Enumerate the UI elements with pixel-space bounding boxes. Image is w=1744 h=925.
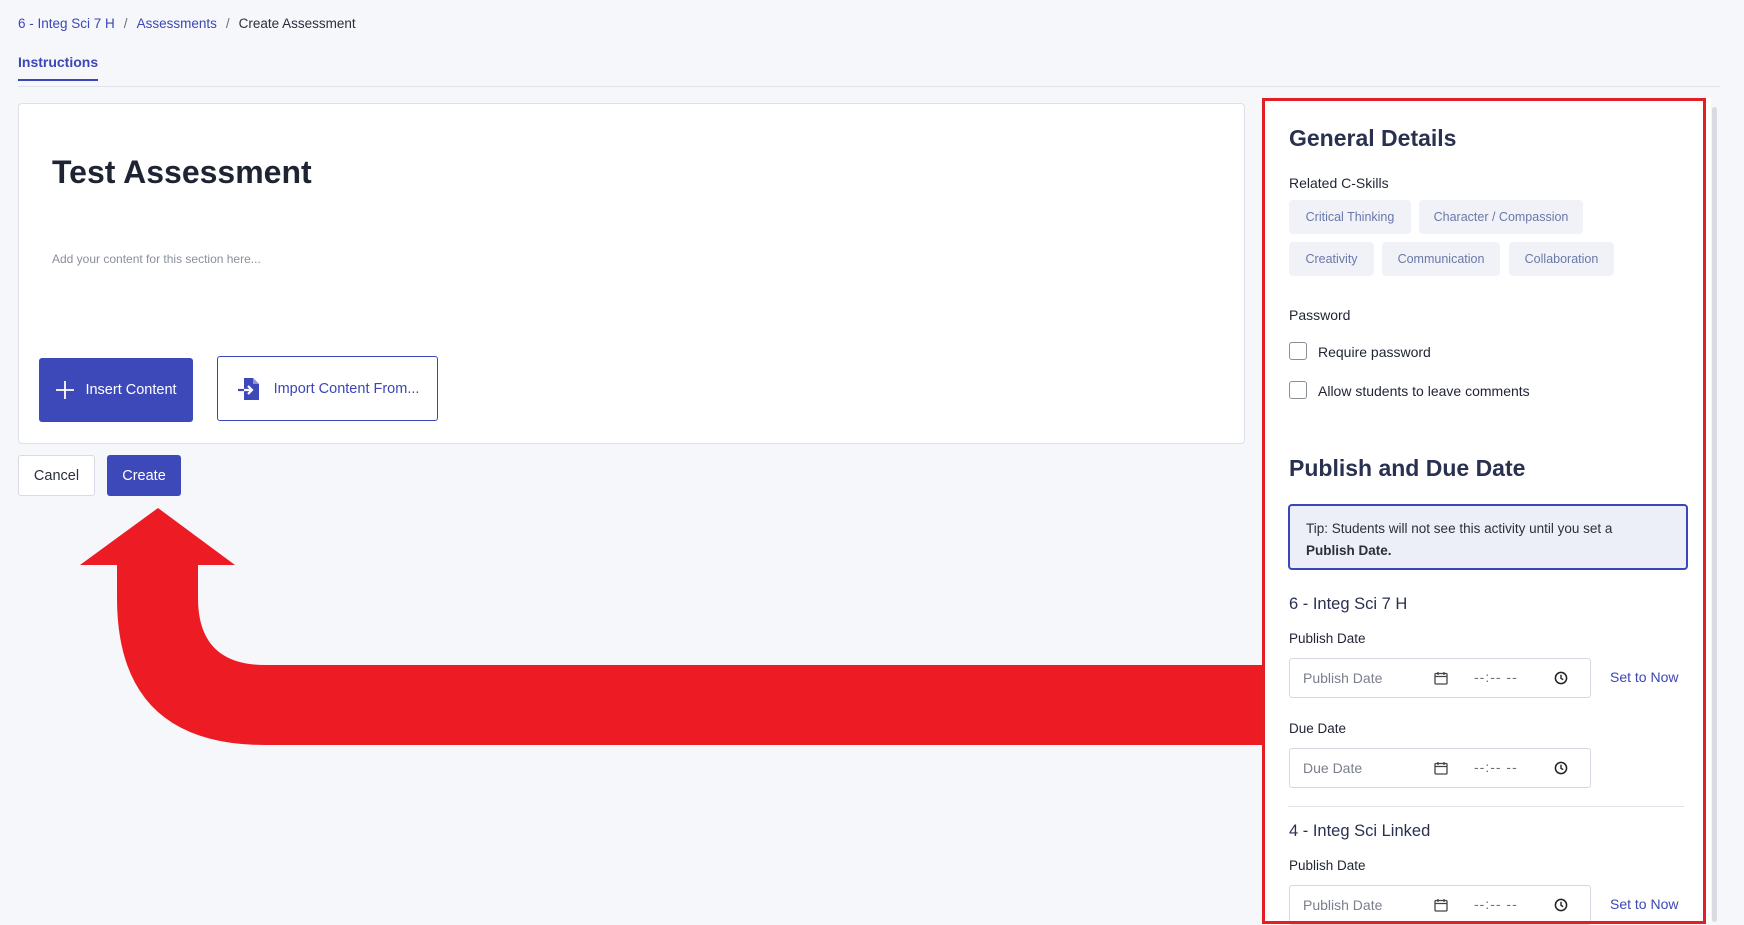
skill-chip-critical-thinking[interactable]: Critical Thinking (1289, 200, 1411, 234)
publish-tip-box: Tip: Students will not see this activity… (1288, 504, 1688, 570)
skill-chip-communication[interactable]: Communication (1382, 242, 1500, 276)
clock-icon[interactable] (1554, 898, 1568, 912)
publish-date-label: Publish Date (1289, 631, 1366, 646)
allow-comments-checkbox[interactable] (1289, 381, 1307, 399)
settings-panel: General Details Related C-Skills Critica… (1264, 98, 1711, 925)
password-label: Password (1289, 307, 1351, 323)
publish-date-input[interactable]: Publish Date (1303, 897, 1382, 913)
clock-icon[interactable] (1554, 671, 1568, 685)
skill-chip-collaboration[interactable]: Collaboration (1509, 242, 1614, 276)
due-date-input[interactable]: Due Date (1303, 760, 1362, 776)
publish-date-input[interactable]: Publish Date (1303, 670, 1382, 686)
due-date-field[interactable]: Due Date --:-- -- (1289, 748, 1591, 788)
set-to-now-link[interactable]: Set to Now (1610, 896, 1678, 912)
publish-time-input[interactable]: --:-- -- (1474, 896, 1518, 912)
section-name: 4 - Integ Sci Linked (1289, 822, 1431, 840)
calendar-icon[interactable] (1434, 671, 1448, 685)
calendar-icon[interactable] (1434, 761, 1448, 775)
publish-time-input[interactable]: --:-- -- (1474, 669, 1518, 685)
set-to-now-link[interactable]: Set to Now (1610, 669, 1678, 685)
publish-date-label: Publish Date (1289, 858, 1366, 873)
skill-chip-creativity[interactable]: Creativity (1289, 242, 1374, 276)
publish-date-field[interactable]: Publish Date --:-- -- (1289, 885, 1591, 925)
require-password-label[interactable]: Require password (1318, 344, 1431, 360)
tip-bold-text: Publish Date. (1306, 543, 1392, 558)
allow-comments-label[interactable]: Allow students to leave comments (1318, 383, 1530, 399)
related-skills-label: Related C-Skills (1289, 175, 1389, 191)
due-time-input[interactable]: --:-- -- (1474, 759, 1518, 775)
require-password-checkbox[interactable] (1289, 342, 1307, 360)
curved-arrow-annotation (80, 508, 1264, 745)
general-details-heading: General Details (1289, 125, 1457, 151)
section-divider (1288, 806, 1684, 807)
skill-chip-character-compassion[interactable]: Character / Compassion (1419, 200, 1583, 234)
calendar-icon[interactable] (1434, 898, 1448, 912)
panel-scrollbar[interactable] (1712, 107, 1717, 922)
tip-text: Tip: Students will not see this activity… (1306, 521, 1613, 536)
section-name: 6 - Integ Sci 7 H (1289, 595, 1408, 613)
due-date-label: Due Date (1289, 721, 1347, 736)
publish-date-field[interactable]: Publish Date --:-- -- (1289, 658, 1591, 698)
clock-icon[interactable] (1554, 761, 1568, 775)
publish-due-heading: Publish and Due Date (1289, 455, 1526, 481)
